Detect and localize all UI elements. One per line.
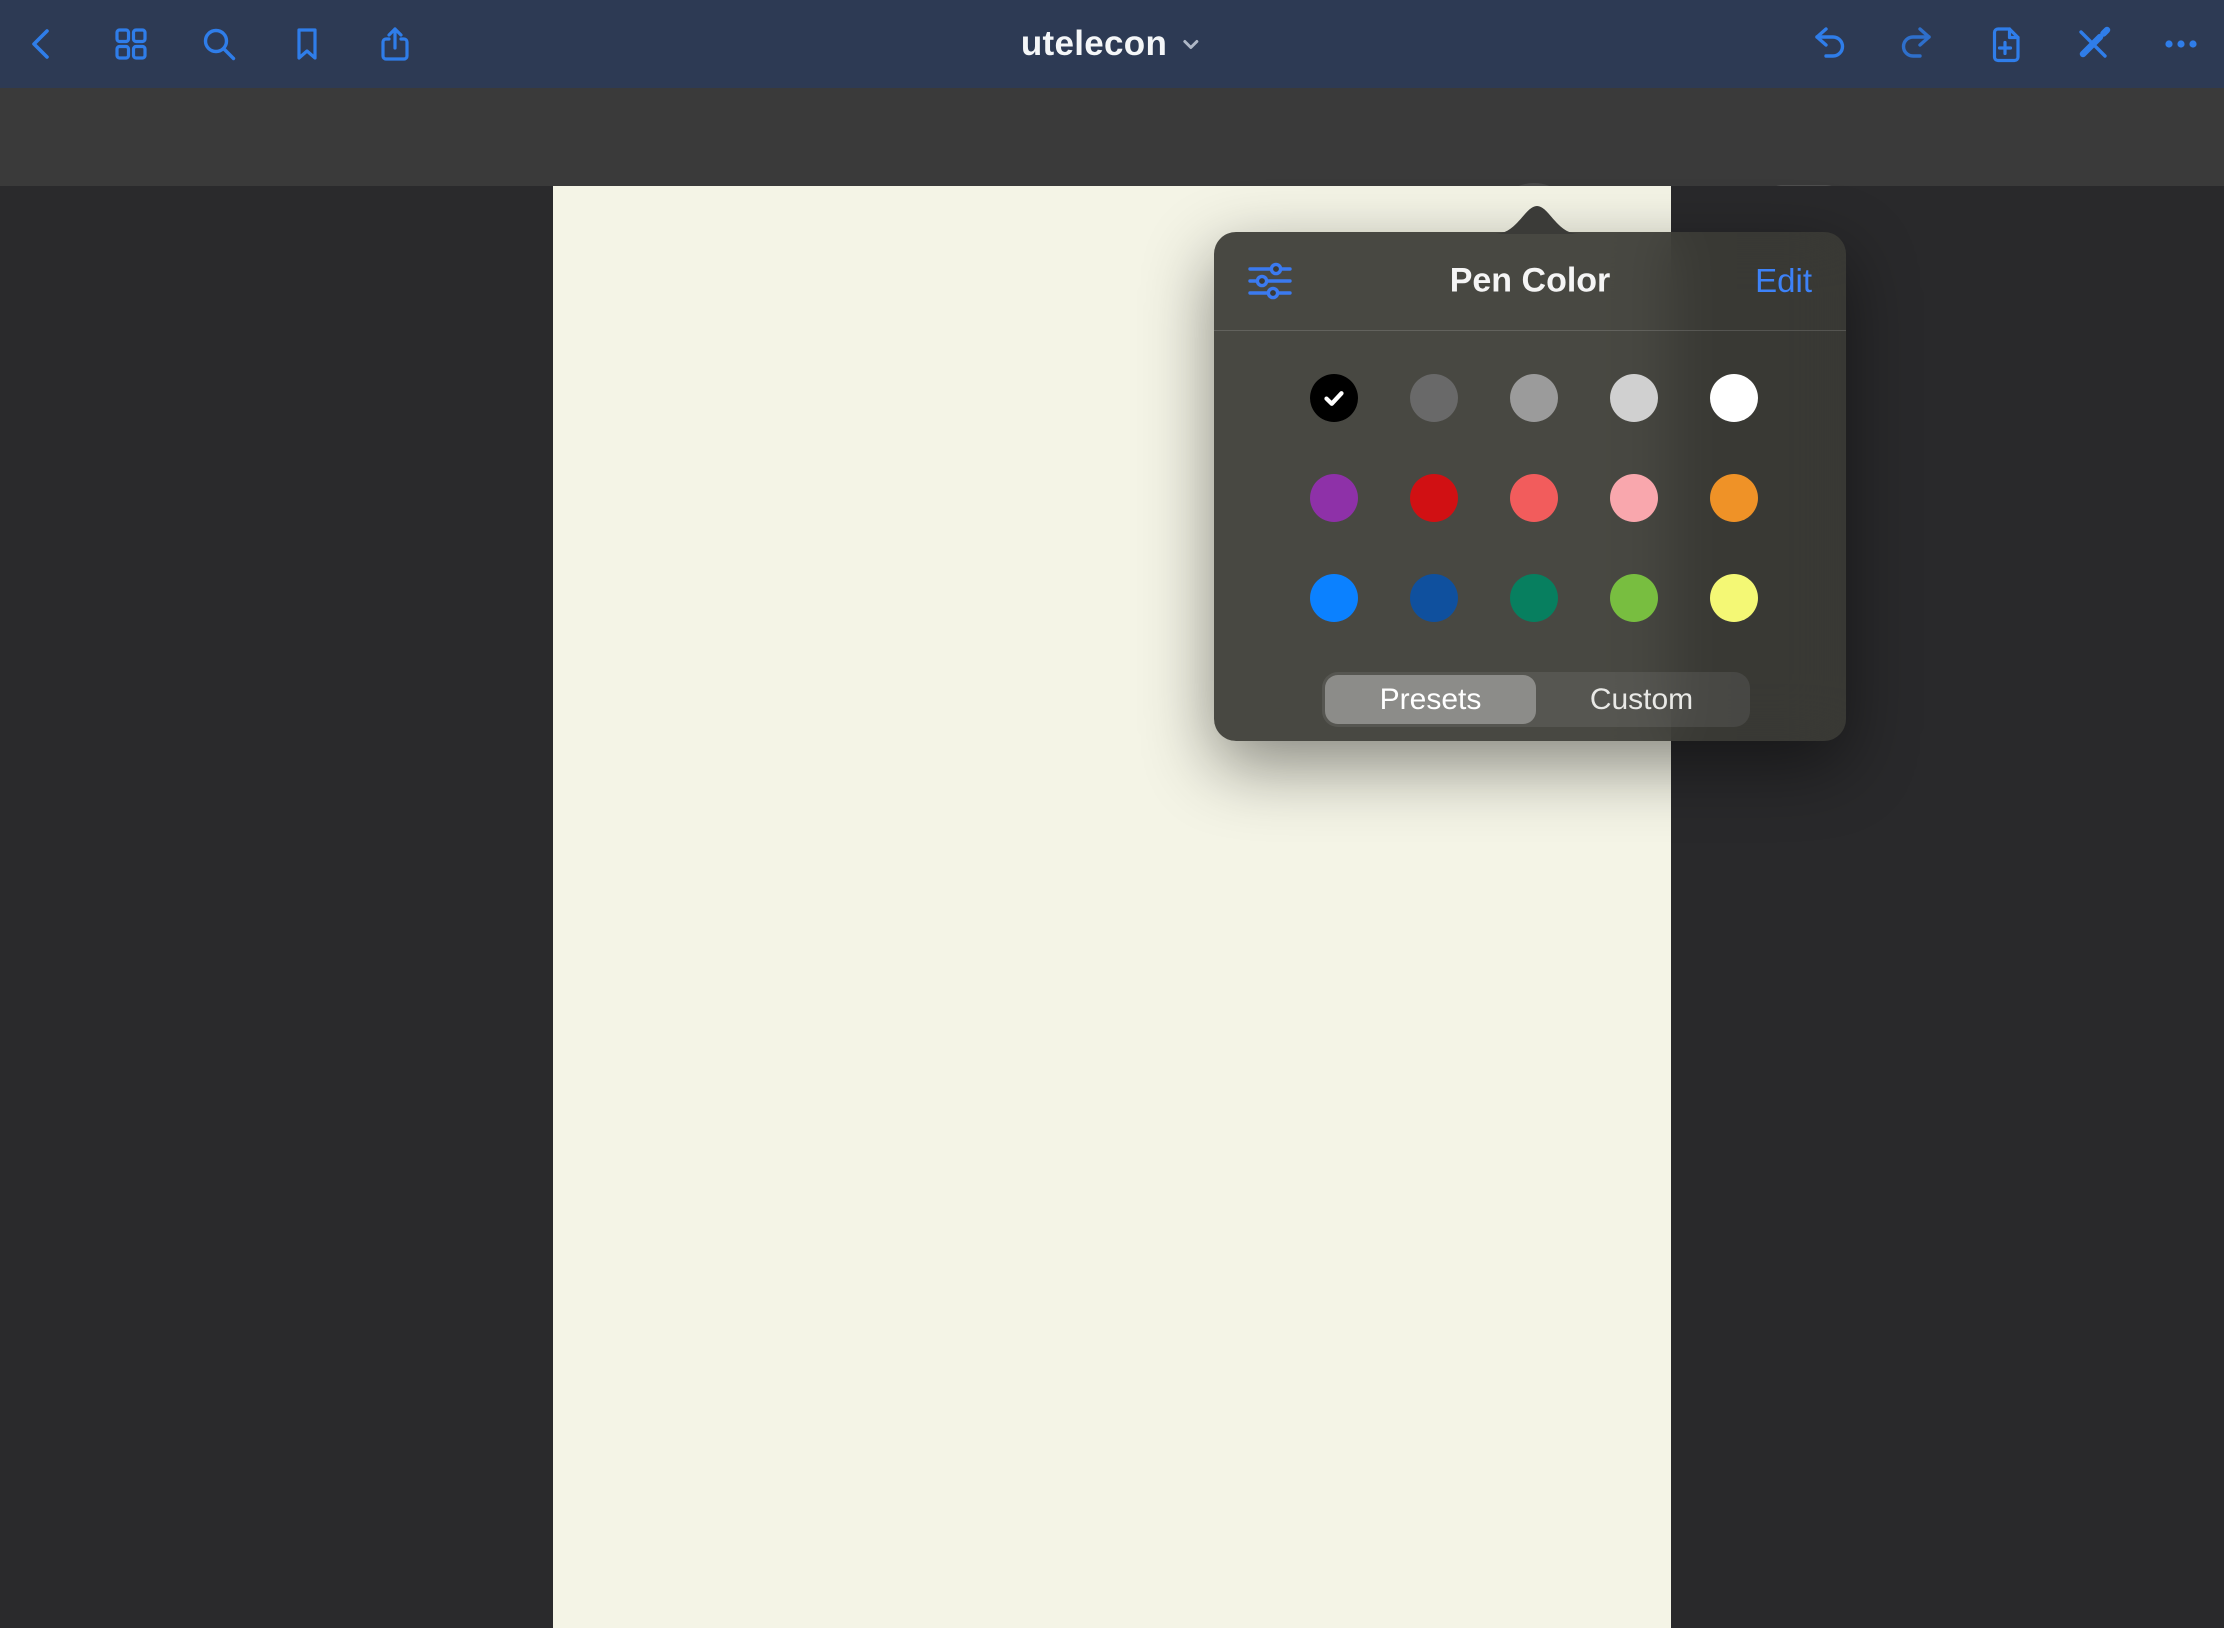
preset-color-coral[interactable]: [1510, 474, 1558, 522]
nav-right-group: [1807, 22, 2203, 66]
more-icon: [2159, 22, 2203, 66]
preset-color-navy[interactable]: [1410, 574, 1458, 622]
tools-toolbar: a: [0, 88, 2224, 186]
add-page-button[interactable]: [1983, 22, 2027, 66]
preset-color-white[interactable]: [1710, 374, 1758, 422]
popover-header: Pen Color Edit: [1214, 232, 1846, 330]
preset-color-black[interactable]: [1310, 374, 1358, 422]
undo-button[interactable]: [1807, 22, 1851, 66]
popover-arrow: [1495, 204, 1579, 234]
tab-presets[interactable]: Presets: [1325, 675, 1536, 724]
preset-color-orange[interactable]: [1710, 474, 1758, 522]
undo-icon: [1807, 22, 1851, 66]
nav-left-group: [21, 22, 417, 66]
search-icon: [197, 22, 241, 66]
edit-button[interactable]: Edit: [1755, 262, 1812, 300]
canvas-background-left: [0, 186, 553, 1628]
search-button[interactable]: [197, 22, 241, 66]
more-button[interactable]: [2159, 22, 2203, 66]
pen-settings-button[interactable]: [1246, 257, 1294, 305]
preset-color-dark-gray[interactable]: [1410, 374, 1458, 422]
preset-color-light-gray[interactable]: [1610, 374, 1658, 422]
share-icon: [373, 22, 417, 66]
chevron-down-icon: [1179, 32, 1203, 56]
document-title: utelecon: [1021, 24, 1167, 64]
popover-title: Pen Color: [1450, 262, 1611, 301]
pen-color-popover: Pen Color Edit PresetsCustom: [1214, 232, 1846, 741]
back-icon: [21, 22, 65, 66]
bookmark-button[interactable]: [285, 22, 329, 66]
check-icon: [1319, 383, 1349, 413]
sliders-icon: [1246, 257, 1294, 305]
redo-button[interactable]: [1895, 22, 1939, 66]
notes-app-screen: utelecon: [0, 0, 2224, 1628]
preset-color-gray[interactable]: [1510, 374, 1558, 422]
thumbnails-icon: [109, 22, 153, 66]
preset-color-teal[interactable]: [1510, 574, 1558, 622]
preset-color-yellow[interactable]: [1710, 574, 1758, 622]
stylus-disable-button[interactable]: [2071, 22, 2115, 66]
preset-color-grid: [1310, 374, 1758, 622]
preset-color-pink[interactable]: [1610, 474, 1658, 522]
stylus-x-icon: [2071, 22, 2115, 66]
preset-color-red[interactable]: [1410, 474, 1458, 522]
popover-divider: [1214, 330, 1846, 331]
preset-color-purple[interactable]: [1310, 474, 1358, 522]
tab-custom[interactable]: Custom: [1536, 675, 1747, 724]
redo-icon: [1895, 22, 1939, 66]
add-page-icon: [1983, 22, 2027, 66]
bookmark-icon: [285, 22, 329, 66]
preset-color-blue[interactable]: [1310, 574, 1358, 622]
presets-custom-segmented: PresetsCustom: [1322, 672, 1750, 727]
back-button[interactable]: [21, 22, 65, 66]
navigation-bar: utelecon: [0, 0, 2224, 88]
canvas-stage: [0, 186, 2224, 1628]
thumbnails-button[interactable]: [109, 22, 153, 66]
document-title-menu[interactable]: utelecon: [1021, 24, 1203, 64]
preset-color-green[interactable]: [1610, 574, 1658, 622]
share-button[interactable]: [373, 22, 417, 66]
